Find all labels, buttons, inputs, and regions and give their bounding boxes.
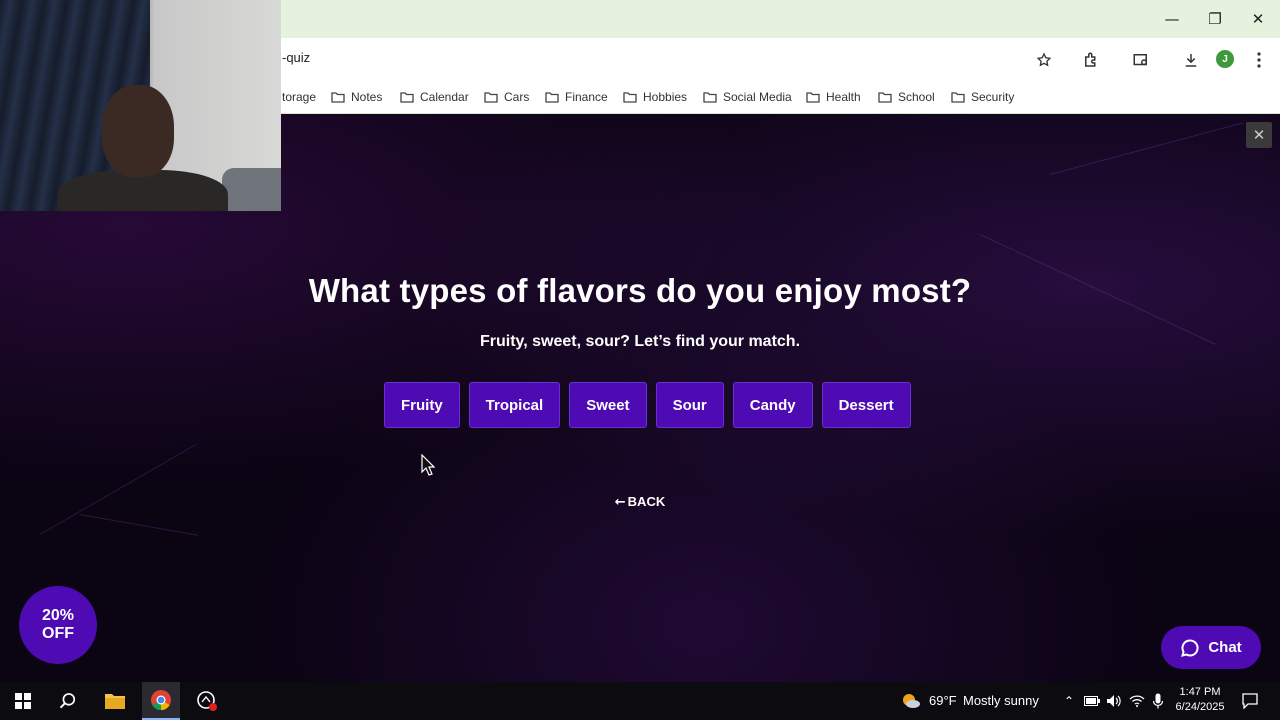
minimize-button[interactable]: — (1160, 8, 1184, 30)
option-sweet-button[interactable]: Sweet (569, 382, 647, 428)
bookmark-folder[interactable]: Social Media (703, 87, 792, 107)
weather-temp[interactable]: 69°F (929, 693, 957, 708)
weather-icon[interactable] (900, 682, 922, 720)
close-overlay-button[interactable]: ✕ (1246, 122, 1272, 148)
tab-search-icon[interactable] (1130, 49, 1152, 71)
bookmark-label: Cars (504, 90, 530, 104)
bookmark-folder[interactable]: Notes (331, 87, 382, 107)
option-sour-button[interactable]: Sour (655, 382, 724, 428)
discount-off: OFF (42, 625, 74, 642)
extensions-icon[interactable] (1080, 49, 1102, 71)
back-label: BACK (627, 494, 666, 509)
back-button[interactable]: ← BACK (0, 494, 1280, 510)
background-decoration (1049, 122, 1244, 175)
mouse-cursor-icon (421, 454, 435, 476)
bookmark-label: torage (282, 90, 317, 104)
bookmark-folder[interactable]: Health (806, 87, 861, 107)
notifications-icon[interactable] (1238, 682, 1262, 720)
folder-icon (878, 92, 892, 103)
bookmark-folder[interactable]: torage (282, 87, 316, 107)
url-text[interactable]: -quiz (282, 50, 310, 65)
system-clock[interactable]: 1:47 PM 6/24/2025 (1170, 685, 1230, 715)
clock-date: 6/24/2025 (1175, 701, 1225, 713)
arrow-left-icon: ← (614, 495, 626, 510)
bookmark-label: Notes (351, 90, 383, 104)
folder-icon (331, 92, 345, 103)
flavor-options: Fruity Tropical Sweet Sour Candy Dessert (384, 382, 911, 428)
menu-dots-icon[interactable] (1248, 49, 1270, 71)
search-icon[interactable] (50, 682, 86, 720)
bookmark-label: Social Media (723, 90, 792, 104)
restore-button[interactable]: ❐ (1203, 8, 1227, 30)
folder-icon (806, 92, 820, 103)
profile-avatar[interactable]: J (1216, 50, 1234, 68)
bookmark-folder[interactable]: Cars (484, 87, 529, 107)
bookmark-folder[interactable]: School (878, 87, 935, 107)
discount-percent: 20% (41, 607, 75, 624)
bookmark-folder[interactable]: Finance (545, 87, 608, 107)
chrome-taskbar-icon[interactable] (142, 682, 180, 720)
weather-desc[interactable]: Mostly sunny (963, 693, 1039, 708)
battery-icon[interactable] (1082, 682, 1102, 720)
webcam-overlay (0, 0, 281, 211)
option-tropical-button[interactable]: Tropical (468, 382, 561, 428)
file-explorer-icon[interactable] (96, 682, 134, 720)
windows-start-icon[interactable] (6, 682, 40, 720)
download-icon[interactable] (1180, 49, 1202, 71)
bookmark-label: Health (826, 90, 861, 104)
star-icon[interactable] (1033, 49, 1055, 71)
chat-bubble-icon (1181, 638, 1199, 657)
chat-button[interactable]: Chat (1161, 626, 1261, 669)
folder-icon (545, 92, 559, 103)
close-window-button[interactable]: ✕ (1246, 8, 1270, 30)
option-fruity-button[interactable]: Fruity (384, 382, 460, 428)
folder-icon (484, 92, 498, 103)
wifi-icon[interactable] (1127, 682, 1147, 720)
bookmark-folder[interactable]: Security (951, 87, 1014, 107)
folder-icon (951, 92, 965, 103)
microphone-icon[interactable] (1149, 682, 1167, 720)
windows-taskbar: 69°F Mostly sunny ⌃ 1:47 PM 6/24/2025 (0, 682, 1280, 720)
bookmark-label: School (898, 90, 935, 104)
bookmark-folder[interactable]: Hobbies (623, 87, 687, 107)
chevron-up-icon[interactable]: ⌃ (1060, 682, 1078, 720)
bookmark-label: Security (971, 90, 1015, 104)
quiz-question: What types of flavors do you enjoy most? (308, 272, 972, 309)
bookmark-label: Hobbies (643, 90, 688, 104)
background-decoration (79, 514, 199, 536)
quiz-subtitle: Fruity, sweet, sour? Let’s find your mat… (479, 333, 801, 350)
bookmark-folder[interactable]: Calendar (400, 87, 469, 107)
volume-icon[interactable] (1104, 682, 1124, 720)
clock-time: 1:47 PM (1179, 686, 1221, 698)
chat-label: Chat (1208, 639, 1242, 656)
folder-icon (703, 92, 717, 103)
bookmark-label: Calendar (420, 90, 469, 104)
folder-icon (400, 92, 414, 103)
webcam-couch (222, 168, 281, 211)
discount-badge[interactable]: 20% OFF (19, 586, 97, 664)
recorder-icon[interactable] (188, 682, 226, 720)
option-dessert-button[interactable]: Dessert (821, 382, 911, 428)
webcam-person-head (102, 85, 174, 177)
bookmark-label: Finance (565, 90, 608, 104)
option-candy-button[interactable]: Candy (732, 382, 813, 428)
folder-icon (623, 92, 637, 103)
